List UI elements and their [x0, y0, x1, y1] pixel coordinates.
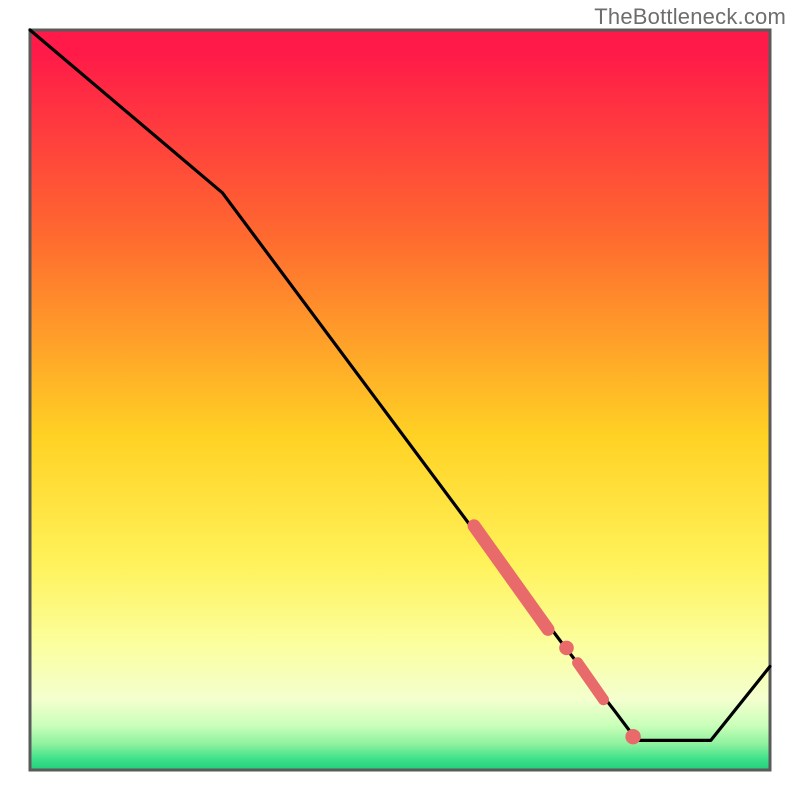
plot-area	[30, 30, 770, 770]
chart-container: TheBottleneck.com	[0, 0, 800, 800]
watermark-label: TheBottleneck.com	[594, 4, 786, 30]
chart-svg	[0, 0, 800, 800]
